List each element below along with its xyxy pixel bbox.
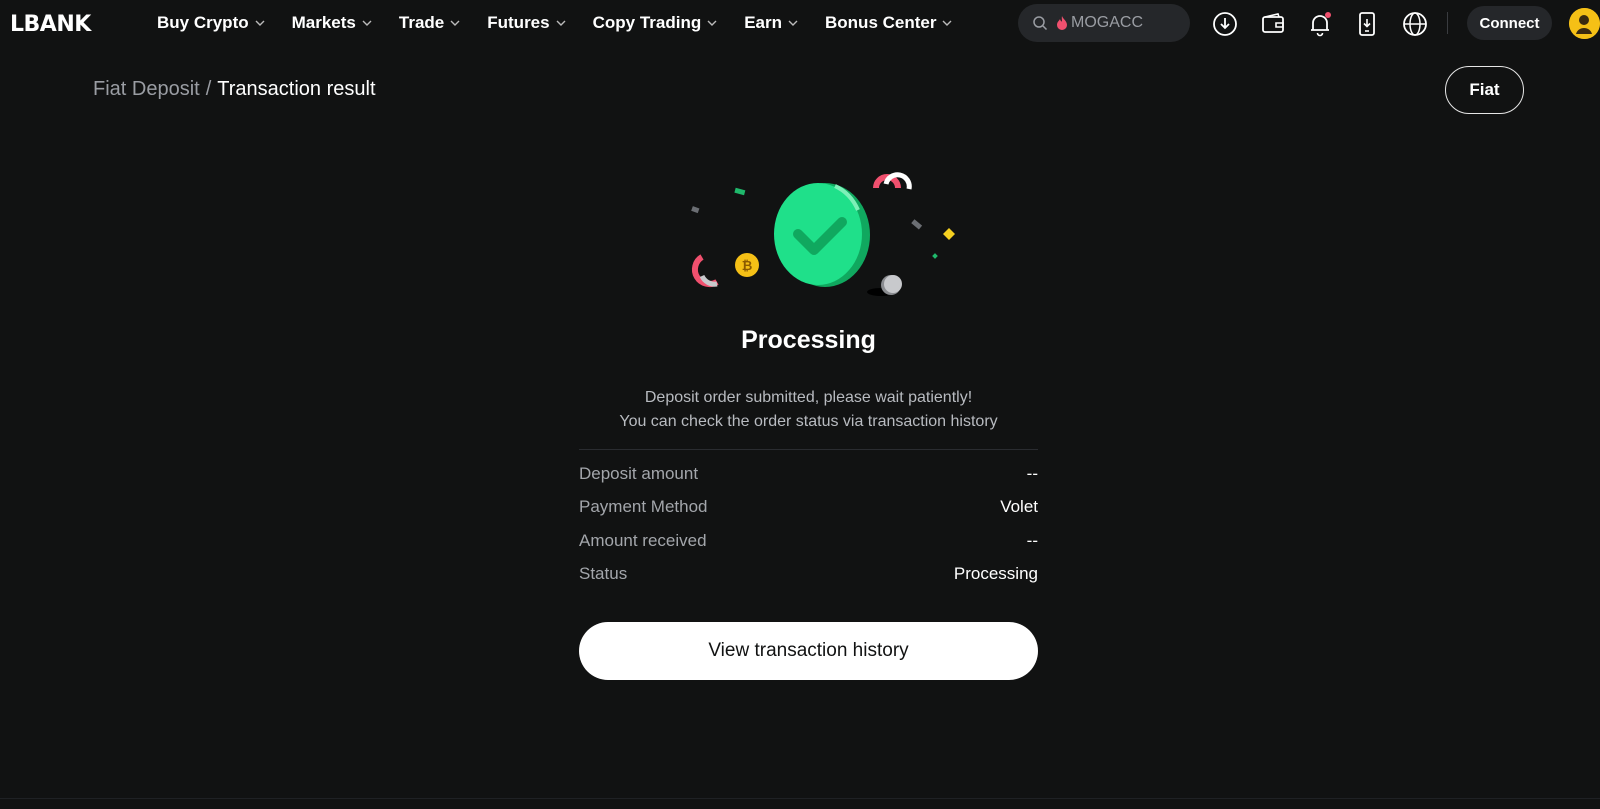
nav-item-label: Buy Crypto xyxy=(157,13,249,32)
app-download-icon[interactable] xyxy=(1354,11,1380,37)
chevron-down-icon xyxy=(450,20,460,26)
nav-item-label: Markets xyxy=(291,13,356,32)
details-divider xyxy=(579,449,1038,450)
nav-item-label: Futures xyxy=(487,13,550,32)
confetti-piece xyxy=(734,187,746,196)
nav-item-label: Copy Trading xyxy=(592,13,702,32)
logo-text: LBANK xyxy=(10,11,91,37)
nav-item-earn[interactable]: Earn xyxy=(744,13,798,33)
detail-label: Status xyxy=(579,564,628,583)
nav-item-label: Bonus Center xyxy=(825,13,937,32)
wallet-icon[interactable] xyxy=(1260,11,1286,37)
search-box[interactable] xyxy=(1018,4,1190,42)
detail-value: Volet xyxy=(1000,497,1038,516)
breadcrumb: Fiat Deposit / Transaction result xyxy=(93,78,376,101)
nav-item-copy-trading[interactable]: Copy Trading xyxy=(593,13,718,33)
search-icon xyxy=(1033,16,1048,31)
footer-divider xyxy=(0,798,1600,799)
nav-item-buy-crypto[interactable]: Buy Crypto xyxy=(157,13,265,33)
detail-label: Payment Method xyxy=(579,497,708,516)
globe-icon[interactable] xyxy=(1402,11,1428,37)
detail-value: -- xyxy=(1026,464,1038,483)
detail-value: -- xyxy=(1026,531,1038,550)
view-transaction-history-button[interactable]: View transaction history xyxy=(579,622,1038,680)
nav-item-trade[interactable]: Trade xyxy=(399,13,460,33)
fiat-button[interactable]: Fiat xyxy=(1445,66,1524,114)
detail-label: Deposit amount xyxy=(579,464,699,483)
chevron-down-icon xyxy=(788,20,798,26)
status-message-line1: Deposit order submitted, please wait pat… xyxy=(644,389,973,406)
chevron-down-icon xyxy=(707,20,717,26)
notification-dot xyxy=(1325,12,1331,18)
fire-icon xyxy=(1057,16,1067,30)
search-input[interactable] xyxy=(1071,14,1171,32)
status-message-line2: You can check the order status via trans… xyxy=(619,413,998,430)
detail-row-status: Status Processing xyxy=(579,562,1038,586)
nav-item-markets[interactable]: Markets xyxy=(292,13,372,33)
detail-label: Amount received xyxy=(579,531,707,550)
nav-item-futures[interactable]: Futures xyxy=(487,13,566,33)
chevron-down-icon xyxy=(362,20,372,26)
chevron-down-icon xyxy=(942,20,952,26)
confetti-piece xyxy=(691,206,700,214)
connect-button[interactable]: Connect xyxy=(1467,6,1552,40)
lbank-logo[interactable]: LBANK xyxy=(10,10,91,38)
detail-value: Processing xyxy=(953,564,1038,583)
processing-illustration: ₿ xyxy=(691,172,955,296)
detail-row-payment-method: Payment Method Volet xyxy=(579,495,1038,519)
top-nav-bar: LBANK Buy Crypto Markets Trade Futures C… xyxy=(0,0,1600,48)
header-divider xyxy=(1447,12,1448,34)
nav-item-label: Trade xyxy=(398,13,445,32)
chevron-down-icon xyxy=(255,20,265,26)
confetti-piece xyxy=(911,219,923,230)
bell-icon[interactable] xyxy=(1307,11,1333,37)
detail-row-deposit-amount: Deposit amount -- xyxy=(579,462,1038,486)
avatar[interactable] xyxy=(1569,8,1600,39)
status-title: Processing xyxy=(741,326,876,354)
breadcrumb-fiat-deposit[interactable]: Fiat Deposit xyxy=(93,78,200,101)
nav-item-label: Earn xyxy=(744,13,783,32)
detail-row-amount-received: Amount received -- xyxy=(579,529,1038,553)
chevron-down-icon xyxy=(556,20,566,26)
breadcrumb-separator: / xyxy=(205,78,212,100)
main-nav: Buy Crypto Markets Trade Futures Copy Tr… xyxy=(157,0,979,46)
nav-item-bonus-center[interactable]: Bonus Center xyxy=(825,13,952,33)
svg-text:₿: ₿ xyxy=(742,259,753,274)
breadcrumb-current: Transaction result xyxy=(217,78,376,100)
confetti-diamond xyxy=(943,228,955,240)
download-icon[interactable] xyxy=(1212,11,1238,37)
